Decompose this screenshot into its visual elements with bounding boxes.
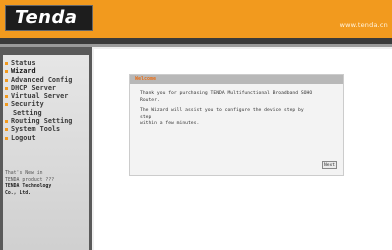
note-company: TENDA Technology [5,184,52,190]
bullet-icon [5,103,8,107]
bullet-icon [5,62,8,65]
sidebar-item-wizard[interactable]: Wizard [5,67,72,75]
bullet-icon [5,136,8,140]
bullet-icon [5,120,8,124]
bullet-icon [5,86,8,90]
header-bar: Tenda www.tenda.cn [0,0,392,38]
bullet-icon [5,128,8,132]
sidebar-item-label: Advanced Config [11,75,73,84]
bullet-icon [5,95,8,99]
sidebar-item-label: Logout [11,133,36,142]
sidebar-item-label: Routing Setting [11,117,73,126]
next-button[interactable]: Next [322,161,337,169]
bullet-icon [5,70,8,74]
sidebar: Status Wizard Advanced Config DHCP Serve… [0,47,92,250]
welcome-text: Thank you for purchasing TENDA Multifunc… [140,91,313,96]
sidebar-panel: Status Wizard Advanced Config DHCP Serve… [3,55,89,250]
sidebar-item-system-tools[interactable]: System Tools [5,125,72,133]
sidebar-item-advanced-config[interactable]: Advanced Config [5,76,72,84]
sidebar-item-dhcp-server[interactable]: DHCP Server [5,84,72,92]
sidebar-item-security[interactable]: Security [5,100,72,108]
panel-body: Thank you for purchasing TENDA Multifunc… [140,91,315,132]
sidebar-item-virtual-server[interactable]: Virtual Server [5,92,72,100]
sidebar-item-label: Status [11,59,36,67]
wizard-text: The Wizard will assist you to configure … [140,108,304,120]
note-line: That's New in [5,171,43,176]
sidebar-item-routing-setting[interactable]: Routing Setting [5,117,72,125]
sidebar-item-label: Security [11,100,44,109]
welcome-text: Router. [140,97,160,103]
sidebar-item-security-setting[interactable]: Setting [5,109,72,117]
sidebar-item-label: Virtual Server [11,92,69,101]
logo-box: Tenda [5,5,93,31]
sidebar-item-label: Setting [13,108,42,117]
welcome-panel: Welcome Thank you for purchasing TENDA M… [129,74,344,176]
tenda-logo: Tenda [15,7,78,28]
panel-title: Welcome [135,76,157,82]
sidebar-note: That's New in TENDA product ??? TENDA Te… [5,171,54,197]
sidebar-item-status[interactable]: Status [5,59,72,67]
note-company: Co., Ltd. [5,190,31,196]
site-url[interactable]: www.tenda.cn [340,21,388,29]
panel-title-bar: Welcome [130,75,343,84]
bullet-icon [5,78,8,82]
sidebar-item-label: System Tools [11,125,61,134]
sidebar-item-logout[interactable]: Logout [5,134,72,142]
main-content: Welcome Thank you for purchasing TENDA M… [92,47,392,250]
wizard-text: within a few minutes. [140,121,200,127]
sidebar-item-label: DHCP Server [11,83,57,92]
sidebar-item-label: Wizard [11,67,36,76]
main-area: Welcome Thank you for purchasing TENDA M… [94,49,392,250]
sidebar-menu: Status Wizard Advanced Config DHCP Serve… [5,59,72,142]
